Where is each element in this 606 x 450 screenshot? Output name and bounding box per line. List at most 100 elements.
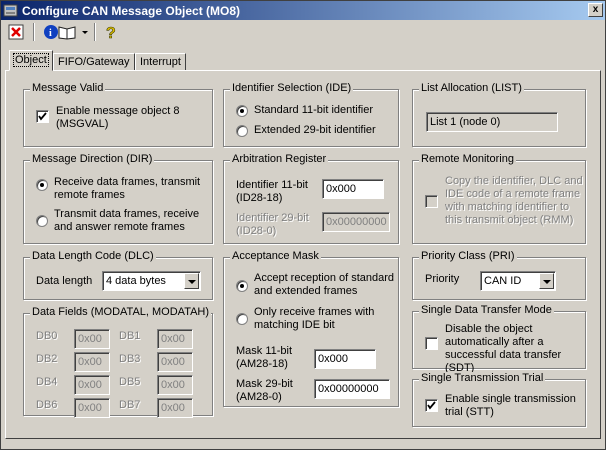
rmm-label: Copy the identifier, DLC and IDE code of… bbox=[445, 175, 583, 226]
dir-receive-radio[interactable] bbox=[36, 179, 48, 191]
priority-label: Priority bbox=[425, 273, 460, 285]
title-bar: Configure CAN Message Object (MO8) x bbox=[1, 1, 605, 20]
remote-monitoring-title: Remote Monitoring bbox=[419, 153, 516, 165]
db7-input[interactable]: 0x00 bbox=[157, 398, 193, 418]
rmm-checkbox[interactable] bbox=[425, 195, 438, 208]
svg-text:?: ? bbox=[106, 25, 116, 41]
msgval-label: Enable message object 8 (MSGVAL) bbox=[56, 105, 180, 130]
app-icon bbox=[3, 4, 18, 17]
priority-class-group: Priority Class (PRI) Priority CAN ID bbox=[412, 250, 586, 300]
db2-input[interactable]: 0x00 bbox=[74, 352, 110, 372]
chevron-down-icon bbox=[184, 273, 199, 289]
toolbar-separator bbox=[33, 23, 35, 41]
single-data-transfer-group: Single Data Transfer Mode Disable the ob… bbox=[412, 304, 586, 374]
info-book-icon: i bbox=[44, 25, 76, 40]
priority-value: CAN ID bbox=[484, 275, 522, 287]
mask-accept-radio[interactable] bbox=[236, 280, 248, 292]
info-book-button[interactable]: i bbox=[41, 22, 77, 42]
id29-label: Identifier 29-bit (ID28-0) bbox=[236, 212, 309, 237]
close-config-icon bbox=[8, 24, 24, 40]
mask11-label: Mask 11-bit (AM28-18) bbox=[236, 345, 293, 370]
message-valid-group: Message Valid Enable message object 8 (M… bbox=[23, 82, 213, 147]
dlc-value: 4 data bytes bbox=[106, 275, 166, 287]
data-fields-group: Data Fields (MODATAL, MODATAH) DB0 0x00 … bbox=[23, 306, 213, 418]
help-icon: ? bbox=[106, 25, 116, 43]
db4-label: DB4 bbox=[36, 376, 58, 388]
dlc-select[interactable]: 4 data bytes bbox=[102, 271, 201, 291]
tab-fifo-gateway-label: FIFO/Gateway bbox=[58, 56, 130, 68]
stt-label: Enable single transmission trial (STT) bbox=[445, 393, 576, 418]
id29-input[interactable]: 0x00000000 bbox=[322, 212, 390, 232]
mask-only-radio[interactable] bbox=[236, 313, 248, 325]
list-allocation-title: List Allocation (LIST) bbox=[419, 82, 524, 94]
priority-class-title: Priority Class (PRI) bbox=[419, 250, 517, 262]
acceptance-mask-title: Acceptance Mask bbox=[230, 250, 321, 262]
remote-monitoring-group: Remote Monitoring Copy the identifier, D… bbox=[412, 153, 586, 244]
tab-interrupt[interactable]: Interrupt bbox=[135, 53, 186, 71]
single-transmission-title: Single Transmission Trial bbox=[419, 372, 546, 384]
ide-standard-radio[interactable] bbox=[236, 105, 248, 117]
check-mark-icon bbox=[38, 112, 47, 121]
mask11-input[interactable]: 0x000 bbox=[314, 349, 376, 369]
dlc-group: Data Length Code (DLC) Data length 4 dat… bbox=[23, 250, 213, 300]
id11-label: Identifier 11-bit (ID28-18) bbox=[236, 179, 308, 204]
message-direction-title: Message Direction (DIR) bbox=[30, 153, 155, 165]
single-transmission-group: Single Transmission Trial Enable single … bbox=[412, 372, 586, 427]
id11-input[interactable]: 0x000 bbox=[322, 179, 384, 199]
priority-select[interactable]: CAN ID bbox=[480, 271, 556, 291]
db0-label: DB0 bbox=[36, 330, 58, 342]
tab-interrupt-label: Interrupt bbox=[140, 56, 181, 68]
sdt-checkbox[interactable] bbox=[425, 337, 438, 350]
db5-input[interactable]: 0x00 bbox=[157, 375, 193, 395]
db3-label: DB3 bbox=[119, 353, 141, 365]
tab-object[interactable]: Object bbox=[9, 50, 53, 71]
dir-transmit-label: Transmit data frames, receive and answer… bbox=[54, 208, 200, 233]
dlc-title: Data Length Code (DLC) bbox=[30, 250, 156, 262]
message-valid-title: Message Valid bbox=[30, 82, 106, 94]
ide-standard-label: Standard 11-bit identifier bbox=[254, 104, 374, 116]
chevron-down-icon bbox=[539, 273, 554, 289]
acceptance-mask-group: Acceptance Mask Accept reception of stan… bbox=[223, 250, 399, 407]
dir-receive-label: Receive data frames, transmit remote fra… bbox=[54, 176, 201, 201]
msgval-checkbox[interactable] bbox=[36, 110, 49, 123]
info-dropdown-button[interactable] bbox=[79, 22, 91, 42]
list-allocation-group: List Allocation (LIST) List 1 (node 0) bbox=[412, 82, 586, 147]
sdt-label: Disable the object automatically after a… bbox=[445, 323, 562, 374]
object-tab-panel: Message Valid Enable message object 8 (M… bbox=[5, 70, 601, 439]
message-direction-group: Message Direction (DIR) Receive data fra… bbox=[23, 153, 213, 244]
toolbar: i ? bbox=[1, 21, 605, 43]
window-title: Configure CAN Message Object (MO8) bbox=[22, 4, 241, 18]
arbitration-group: Arbitration Register Identifier 11-bit (… bbox=[223, 153, 399, 244]
dropdown-arrow-icon bbox=[82, 31, 88, 34]
mask-accept-label: Accept reception of standard and extende… bbox=[254, 272, 395, 297]
arbitration-title: Arbitration Register bbox=[230, 153, 329, 165]
tab-fifo-gateway[interactable]: FIFO/Gateway bbox=[53, 53, 135, 71]
svg-text:i: i bbox=[49, 28, 52, 39]
close-config-button[interactable] bbox=[5, 22, 29, 42]
list-allocation-field: List 1 (node 0) bbox=[426, 112, 558, 132]
db0-input[interactable]: 0x00 bbox=[74, 329, 110, 349]
db5-label: DB5 bbox=[119, 376, 141, 388]
db6-label: DB6 bbox=[36, 399, 58, 411]
dlc-label: Data length bbox=[36, 275, 93, 287]
db1-input[interactable]: 0x00 bbox=[157, 329, 193, 349]
dir-transmit-radio[interactable] bbox=[36, 215, 48, 227]
close-button[interactable]: x bbox=[588, 3, 603, 17]
mask-only-label: Only receive frames with matching IDE bi… bbox=[254, 306, 375, 331]
stt-checkbox[interactable] bbox=[425, 399, 438, 412]
db1-label: DB1 bbox=[119, 330, 141, 342]
check-mark-icon bbox=[427, 401, 436, 410]
data-fields-title: Data Fields (MODATAL, MODATAH) bbox=[30, 306, 212, 318]
ide-extended-label: Extended 29-bit identifier bbox=[254, 124, 376, 136]
db2-label: DB2 bbox=[36, 353, 58, 365]
db3-input[interactable]: 0x00 bbox=[157, 352, 193, 372]
ide-extended-radio[interactable] bbox=[236, 125, 248, 137]
mask29-input[interactable]: 0x00000000 bbox=[314, 379, 390, 399]
tab-object-label: Object bbox=[13, 53, 49, 67]
toolbar-separator bbox=[94, 23, 96, 41]
identifier-selection-group: Identifier Selection (IDE) Standard 11-b… bbox=[223, 82, 399, 147]
db4-input[interactable]: 0x00 bbox=[74, 375, 110, 395]
help-button[interactable]: ? bbox=[101, 22, 121, 43]
identifier-selection-title: Identifier Selection (IDE) bbox=[230, 82, 354, 94]
db6-input[interactable]: 0x00 bbox=[74, 398, 110, 418]
